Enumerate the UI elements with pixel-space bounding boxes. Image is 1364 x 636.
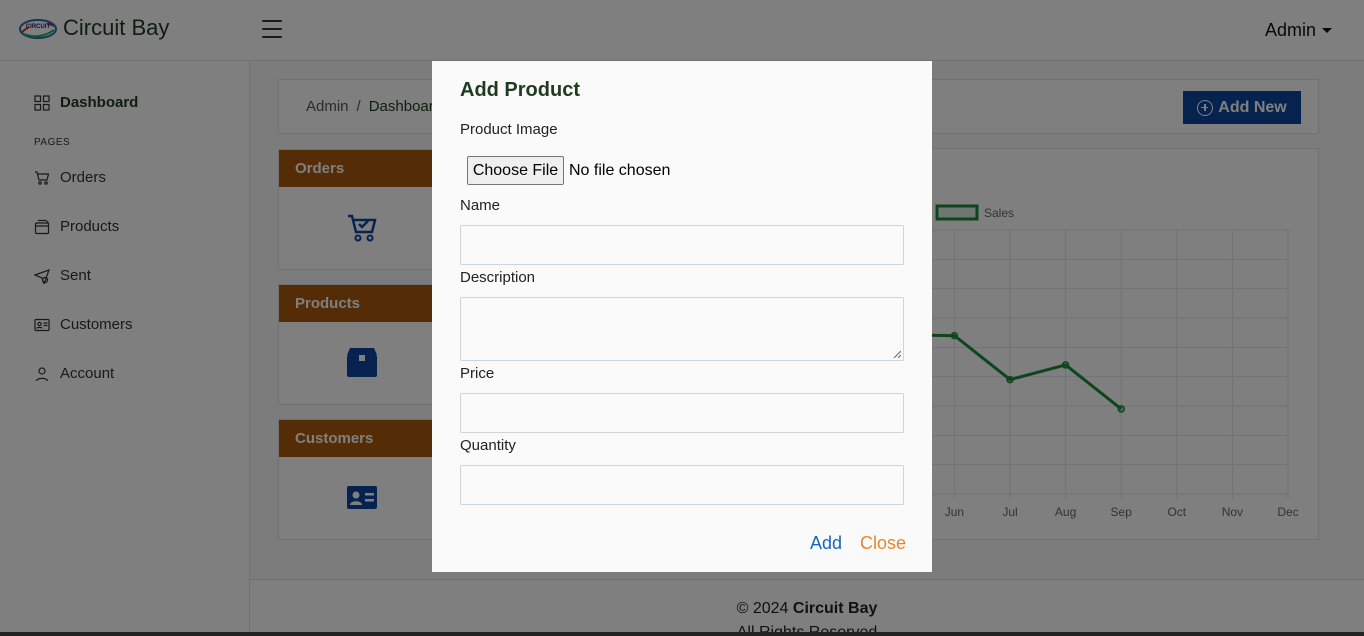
name-label: Name — [460, 197, 501, 214]
quantity-label: Quantity — [460, 437, 516, 454]
file-status-text: No file chosen — [569, 161, 671, 179]
name-input[interactable] — [460, 225, 904, 265]
product-image-input: Choose File No file chosen — [467, 156, 670, 185]
window-bottom-edge — [0, 632, 1364, 636]
resize-grip-icon[interactable] — [893, 350, 901, 358]
choose-file-button[interactable]: Choose File — [467, 156, 564, 185]
add-product-modal: Add Product Product Image Choose File No… — [432, 61, 932, 572]
price-label: Price — [460, 365, 495, 382]
price-input[interactable] — [460, 393, 904, 433]
description-textarea[interactable] — [460, 297, 904, 361]
product-image-label: Product Image — [460, 121, 558, 138]
close-button[interactable]: Close — [860, 533, 906, 554]
quantity-input[interactable] — [460, 465, 904, 505]
description-label: Description — [460, 269, 536, 286]
add-button[interactable]: Add — [810, 533, 842, 554]
modal-title: Add Product — [460, 79, 580, 101]
